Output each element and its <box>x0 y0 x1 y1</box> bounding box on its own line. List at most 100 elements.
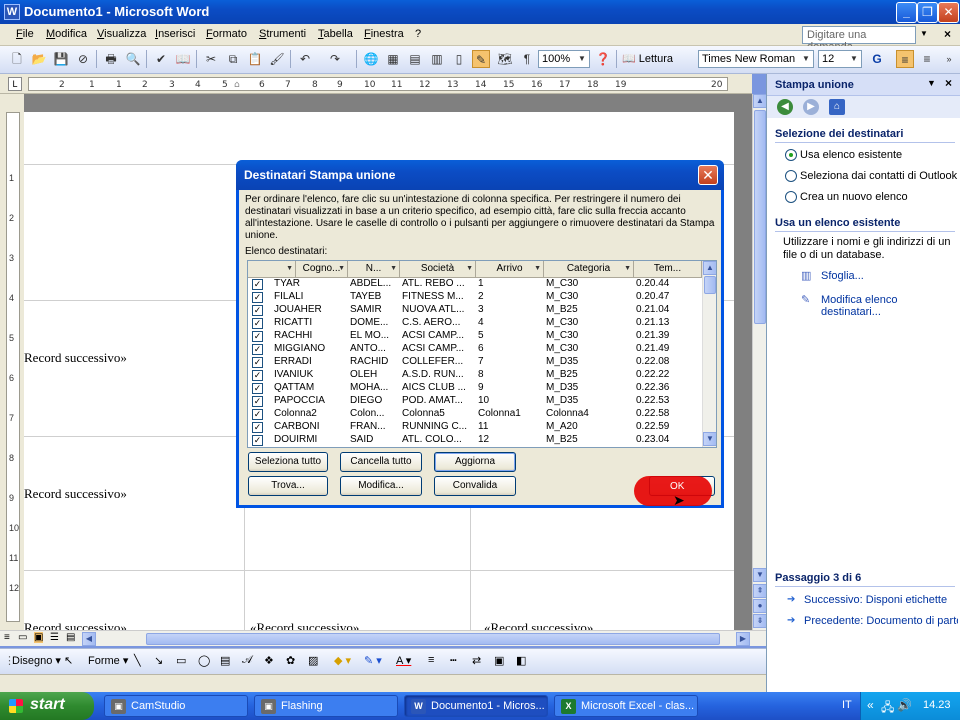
radio-new-list[interactable] <box>785 191 797 203</box>
font-color-icon[interactable]: A ▾ <box>396 654 411 667</box>
column-header-nome[interactable]: N... ▼ <box>348 261 400 278</box>
insert-excel-icon[interactable]: ▥ <box>428 50 446 68</box>
merge-field-record[interactable]: «Record successivo» <box>484 620 593 630</box>
dialog-title-bar[interactable]: Destinatari Stampa unione ✕ <box>236 160 724 190</box>
task-pane-close-icon[interactable]: × <box>945 76 952 90</box>
scroll-right-icon[interactable]: ▶ <box>736 632 750 646</box>
merge-field-record[interactable]: Record successivo» <box>24 620 127 630</box>
browse-object-icon[interactable]: ● <box>753 599 767 613</box>
toolbar-options-icon[interactable]: » <box>940 50 958 68</box>
network-icon[interactable]: 🖧 <box>881 698 894 719</box>
maximize-button[interactable]: ❐ <box>917 2 938 23</box>
table-row[interactable]: ✓ RICATTI DOME... C.S. AERO... 4 M_C30 0.21.13 <box>248 317 702 330</box>
filter-dropdown-icon[interactable]: ▼ <box>534 261 541 277</box>
normal-view-icon[interactable]: ≡ <box>4 632 10 643</box>
ask-question-input[interactable]: Digitare una domanda. <box>802 26 916 53</box>
redo-icon[interactable]: ↷ <box>326 50 344 68</box>
menu-formato[interactable]: Formato <box>206 28 247 40</box>
indent-marker-icon[interactable]: ⌂ <box>234 80 240 90</box>
table-row[interactable]: ✓ ERRADI RACHID COLLEFER... 7 M_D35 0.22.08 <box>248 356 702 369</box>
shadow-icon[interactable]: ▣ <box>494 654 504 667</box>
radio-outlook-contacts[interactable] <box>785 170 797 182</box>
tables-borders-icon[interactable]: ▦ <box>384 50 402 68</box>
print-icon[interactable]: 🖶 <box>102 50 120 68</box>
close-document-icon[interactable]: × <box>944 27 951 41</box>
arrow-icon[interactable]: ↘ <box>154 654 163 667</box>
column-header-societa[interactable]: Società ▼ <box>400 261 476 278</box>
next-step-link[interactable]: Successivo: Disponi etichette <box>804 594 947 606</box>
ask-dropdown-icon[interactable]: ▼ <box>920 29 928 38</box>
language-indicator[interactable]: IT <box>842 699 852 711</box>
scroll-thumb[interactable] <box>704 276 716 294</box>
previous-page-icon[interactable]: ⇞ <box>753 584 767 598</box>
align-left-icon[interactable]: ≡ <box>896 50 914 68</box>
document-vertical-scrollbar[interactable]: ▲ ▼ ⇞ ● ⇟ <box>752 94 767 630</box>
insert-table-icon[interactable]: ▤ <box>406 50 424 68</box>
merge-field-record[interactable]: Record successivo» <box>24 486 127 502</box>
menu-file[interactable]: File <box>16 28 34 40</box>
autoshapes-menu-button[interactable]: Forme ▾ <box>88 654 128 667</box>
menu-finestra[interactable]: Finestra <box>364 28 404 40</box>
menu-modifica[interactable]: Modifica <box>46 28 87 40</box>
table-row[interactable]: ✓ MIGGIANO ANTO... ACSI CAMP... 6 M_C30 0.21.4… <box>248 343 702 356</box>
table-row[interactable]: ✓ DOUIRMI SAID ATL. COLO... 12 M_B25 0.23.04 <box>248 434 702 447</box>
textbox-icon[interactable]: ▤ <box>220 654 230 667</box>
menu-visualizza[interactable]: Visualizza <box>97 28 146 40</box>
browse-link[interactable]: Sfoglia... <box>821 270 864 282</box>
forward-icon[interactable]: ▶ <box>803 99 819 115</box>
help-icon[interactable]: ❓ <box>594 50 612 68</box>
taskbar-item-excel[interactable]: X Microsoft Excel - clas... <box>554 695 698 717</box>
scroll-down-icon[interactable]: ▼ <box>703 432 716 446</box>
taskbar-item-word[interactable]: W Documento1 - Micros... <box>404 695 548 717</box>
row-checkbox[interactable]: ✓ <box>252 422 263 433</box>
tray-expand-icon[interactable]: « <box>867 698 874 712</box>
vertical-ruler-scale[interactable]: 1 2 3 4 5 6 7 8 9 10 11 12 <box>6 112 20 622</box>
column-header-arrivo[interactable]: Arrivo ▼ <box>476 261 544 278</box>
dialog-close-button[interactable]: ✕ <box>698 165 718 185</box>
home-icon[interactable]: ⌂ <box>829 99 845 115</box>
ok-button-label[interactable]: OK <box>670 481 684 492</box>
menu-inserisci[interactable]: Inserisci <box>155 28 195 40</box>
wordart-icon[interactable]: 𝒜 <box>242 654 252 667</box>
table-row[interactable]: ✓ PAPOCCIA DIEGO POD. AMAT... 10 M_D35 0.22.53 <box>248 395 702 408</box>
print-layout-view-icon[interactable]: ▣ <box>34 632 44 643</box>
undo-icon[interactable]: ↶ <box>296 50 314 68</box>
filter-dropdown-icon[interactable]: ▼ <box>390 261 397 277</box>
previous-step-link[interactable]: Precedente: Documento di partenza <box>804 615 958 627</box>
row-checkbox[interactable]: ✓ <box>252 435 263 446</box>
previous-arrow-icon[interactable]: ➔ <box>787 615 795 626</box>
row-checkbox[interactable]: ✓ <box>252 383 263 394</box>
option-new-list[interactable]: Crea un nuovo elenco <box>800 191 908 203</box>
table-row[interactable]: ✓ QATTAM MOHA... AICS CLUB ... 9 M_D35 0.22.36 <box>248 382 702 395</box>
row-checkbox[interactable]: ✓ <box>252 357 263 368</box>
document-horizontal-scrollbar[interactable]: ≡ ▭ ▣ ☰ ▤ ◀ ▶ <box>0 630 766 646</box>
refresh-button[interactable]: Aggiorna <box>434 452 516 472</box>
ruler-scale[interactable]: 1 2 1 2 3 4 5 ⌂ 6 7 8 9 10 11 12 13 14 1… <box>28 77 728 91</box>
select-all-button[interactable]: Seleziona tutto <box>248 452 328 472</box>
word-app-icon[interactable]: W <box>4 4 20 20</box>
hyperlink-icon[interactable]: 🌐 <box>362 50 380 68</box>
table-row[interactable]: ✓ CARBONI FRAN... RUNNING C... 11 M_A20 0.22.5… <box>248 421 702 434</box>
spelling-icon[interactable]: ✔ <box>152 50 170 68</box>
line-icon[interactable]: ╲ <box>134 654 141 667</box>
oval-icon[interactable]: ◯ <box>198 654 210 667</box>
chevron-down-icon[interactable]: ▼ <box>576 52 588 66</box>
line-color-icon[interactable]: ✎ ▾ <box>364 654 382 667</box>
cut-icon[interactable]: ✂ <box>202 50 220 68</box>
line-style-icon[interactable]: ≡ <box>428 654 434 666</box>
chevron-down-icon[interactable]: ▼ <box>800 52 812 66</box>
font-name-combo[interactable]: Times New Roman ▼ <box>698 50 814 68</box>
picture-icon[interactable]: ▨ <box>308 654 318 667</box>
grid-scrollbar[interactable]: ▲ ▼ <box>702 261 716 447</box>
minimize-button[interactable]: _ <box>896 2 917 23</box>
find-button[interactable]: Trova... <box>248 476 328 496</box>
clock[interactable]: 14.23 <box>923 699 951 711</box>
table-row[interactable]: ✓ FILALI TAYEB FITNESS M... 2 M_C30 0.20.47 <box>248 291 702 304</box>
copy-icon[interactable]: ⧉ <box>224 50 242 68</box>
draw-menu-button[interactable]: Disegno ▾ <box>12 654 61 667</box>
row-checkbox[interactable]: ✓ <box>252 409 263 420</box>
arrow-style-icon[interactable]: ⇄ <box>472 654 481 667</box>
row-checkbox[interactable]: ✓ <box>252 279 263 290</box>
horizontal-scroll-thumb[interactable] <box>146 633 720 645</box>
columns-icon[interactable]: ▯ <box>450 50 468 68</box>
